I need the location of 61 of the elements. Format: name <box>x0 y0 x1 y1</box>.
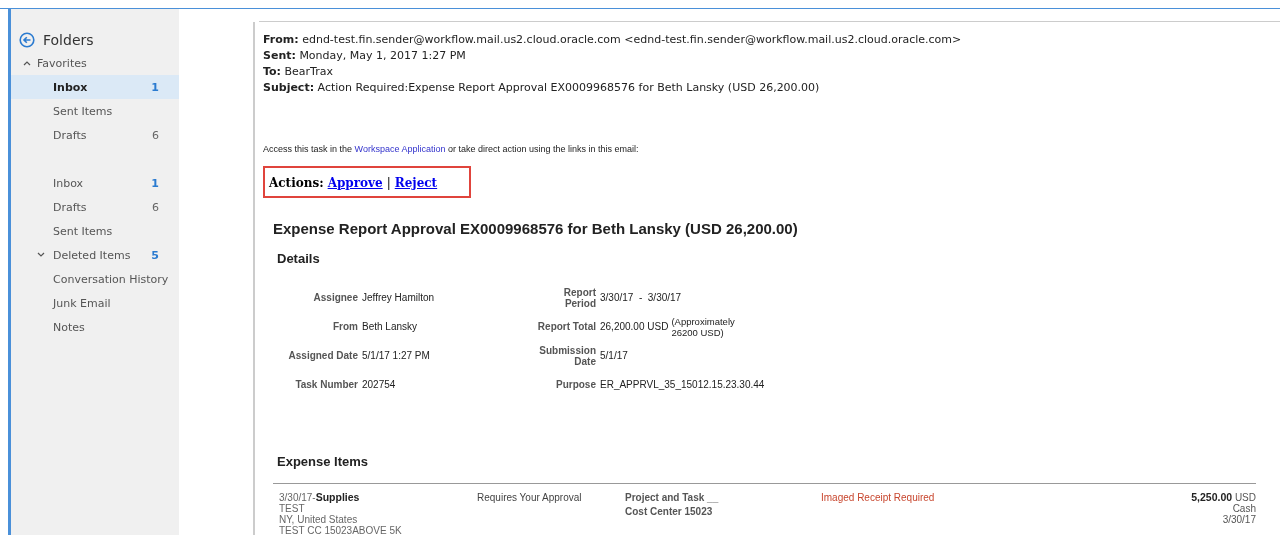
detail-value: Jeffrey Hamilton <box>362 292 435 303</box>
detail-value: Beth Lansky <box>362 321 418 332</box>
folder-item[interactable]: Drafts 6 <box>11 195 179 219</box>
expense-date: 3/30/17 <box>1222 514 1256 525</box>
unread-count: 6 <box>152 128 159 142</box>
folder-item[interactable]: Sent Items <box>11 99 179 123</box>
expense-amount: 5,250.00 USD <box>1191 492 1256 503</box>
folder-item[interactable]: Notes <box>11 315 179 339</box>
unread-count: 1 <box>151 176 159 190</box>
project-task: Project and Task __ <box>625 492 720 503</box>
approval-status: Requires Your Approval <box>477 492 582 503</box>
back-icon[interactable] <box>19 32 35 48</box>
unread-count: 6 <box>152 200 159 214</box>
cost-center: Cost Center 15023 <box>625 506 714 517</box>
receipt-status: Imaged Receipt Required <box>821 492 935 503</box>
approve-link[interactable]: Approve <box>327 176 383 190</box>
folder-item[interactable]: Deleted Items 5 <box>11 243 179 267</box>
detail-value: 5/1/17 <box>600 350 628 361</box>
unread-count: 5 <box>151 248 159 262</box>
detail-label: From <box>333 321 358 332</box>
report-title: Expense Report Approval EX0009968576 for Beth Lansky (USD 26,200.00) <box>273 220 799 237</box>
detail-label: Report Total <box>537 321 596 332</box>
workspace-link[interactable]: Workspace Application <box>354 144 446 154</box>
detail-note: (Approximately 26200 USD) <box>671 315 736 338</box>
unread-count: 1 <box>151 80 159 94</box>
detail-label: Assignee <box>313 292 358 303</box>
chevron-down-icon[interactable] <box>37 252 45 258</box>
email-header: From: ednd-test.fin.sender@workflow.mail.us2.cloud.oracle.com <ednd-test.fin.sender@workflow.mail.us2.cloud.oracle.com> <box>263 32 963 48</box>
detail-value: 202754 <box>362 379 396 390</box>
folder-item[interactable]: Drafts 6 <box>11 123 179 147</box>
expense-items-heading: Expense Items <box>277 454 370 469</box>
detail-label: Report Period <box>562 286 596 309</box>
email-header: Sent: Monday, May 1, 2017 1:27 PM <box>263 48 467 64</box>
expense-detail: TEST <box>279 503 306 514</box>
folder-item[interactable]: Conversation History <box>11 267 179 291</box>
expense-date-type: 3/30/17-Supplies <box>279 492 361 503</box>
folder-item[interactable]: Inbox 1 <box>11 75 179 99</box>
expense-detail: NY, United States <box>279 514 359 525</box>
payment-method: Cash <box>1232 503 1256 514</box>
detail-value: 26,200.00 USD <box>600 321 669 332</box>
folder-item[interactable]: Inbox 1 <box>11 171 179 195</box>
folder-item[interactable]: Sent Items <box>11 219 179 243</box>
email-header: To: BearTrax <box>263 64 334 80</box>
expense-detail: TEST CC 15023ABOVE 5K <box>279 525 403 535</box>
access-text: Access this task in the Workspace Application or take direct action using the links in this email: <box>263 144 640 154</box>
detail-label: Assigned Date <box>288 350 358 361</box>
folders-title: Folders <box>43 32 94 48</box>
detail-value: 3/30/17 - 3/30/17 <box>600 292 682 303</box>
detail-label: Task Number <box>295 379 358 390</box>
details-heading: Details <box>277 251 321 266</box>
email-header: Subject: Action Required:Expense Report Approval EX0009968576 for Beth Lansky (USD 26,200.00) <box>263 80 821 96</box>
chevron-up-icon[interactable] <box>23 60 31 66</box>
detail-value: 5/1/17 1:27 PM <box>362 350 430 361</box>
detail-label: Purpose <box>556 379 596 390</box>
actions-label: Actions: <box>269 176 324 190</box>
detail-label: Submission Date <box>538 344 596 367</box>
detail-value: ER_APPRVL_35_15012.15.23.30.44 <box>600 379 765 390</box>
folder-item[interactable]: Junk Email <box>11 291 179 315</box>
group-label[interactable]: Favorites <box>37 56 87 70</box>
reject-link[interactable]: Reject <box>394 176 438 190</box>
separator: | <box>386 176 391 190</box>
